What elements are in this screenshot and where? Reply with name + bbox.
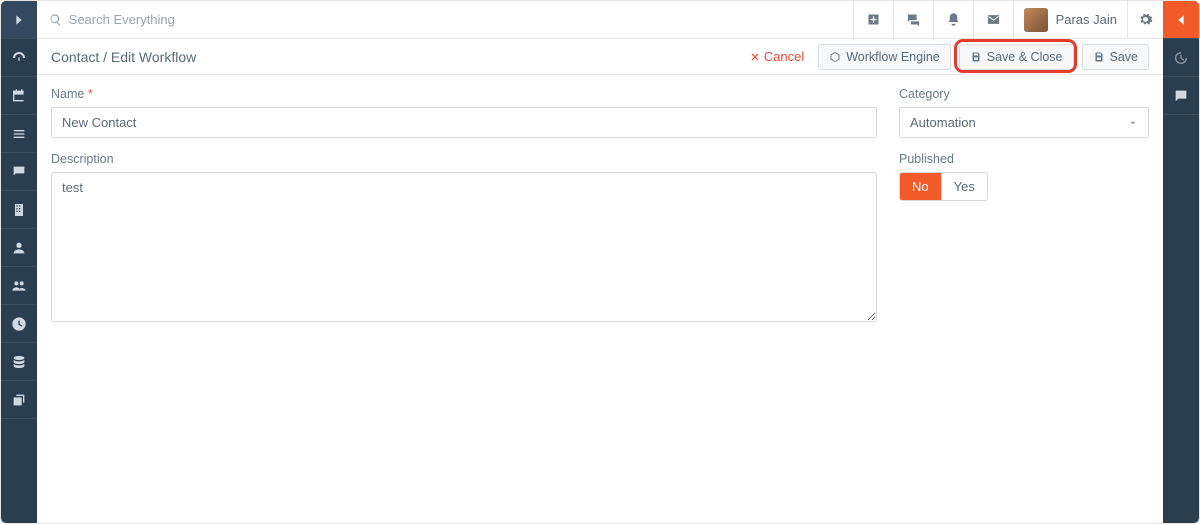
chevron-left-icon [1173, 12, 1189, 28]
name-input[interactable] [51, 107, 877, 138]
form-left: Name * Description test [51, 87, 877, 511]
topbar-messages[interactable] [893, 1, 933, 39]
workflow-engine-label: Workflow Engine [846, 50, 940, 64]
action-bar: Cancel Workflow Engine Save & Close Save [744, 44, 1149, 70]
copy-icon [11, 392, 27, 408]
sidebar-copy[interactable] [1, 381, 37, 419]
save-close-label: Save & Close [987, 50, 1063, 64]
published-no[interactable]: No [900, 173, 941, 200]
field-published: Published No Yes [899, 152, 1149, 201]
topbar-mail[interactable] [973, 1, 1013, 39]
search-input[interactable] [69, 12, 841, 27]
right-sidebar-toggle[interactable] [1163, 1, 1199, 39]
activity-clock-icon [1173, 50, 1189, 66]
cube-icon [829, 51, 841, 63]
description-label: Description [51, 152, 877, 166]
breadcrumb: Contact / Edit Workflow [51, 49, 744, 65]
chat-icon [11, 164, 27, 180]
form-right: Category Automation Published No Yes [899, 87, 1149, 511]
topbar-add[interactable] [853, 1, 893, 39]
chevron-down-icon [1128, 118, 1138, 128]
close-icon [750, 52, 760, 62]
dashboard-icon [11, 50, 27, 66]
sidebar-list[interactable] [1, 115, 37, 153]
avatar [1024, 8, 1048, 32]
category-select[interactable]: Automation [899, 107, 1149, 138]
sidebar-users[interactable] [1, 267, 37, 305]
bell-icon [946, 12, 961, 27]
clock-icon [11, 316, 27, 332]
description-input[interactable]: test [51, 172, 877, 322]
published-label: Published [899, 152, 1149, 166]
search-icon [49, 13, 63, 27]
right-sidebar-activity[interactable] [1163, 39, 1199, 77]
topbar-settings[interactable] [1127, 1, 1163, 39]
chevron-right-icon [11, 12, 27, 28]
topbar-user[interactable]: Paras Jain [1013, 1, 1127, 39]
right-sidebar-comments[interactable] [1163, 77, 1199, 115]
user-name: Paras Jain [1056, 12, 1117, 27]
sidebar-toggle[interactable] [1, 1, 37, 39]
calendar-icon [11, 88, 27, 104]
name-label: Name * [51, 87, 877, 101]
sidebar-dashboard[interactable] [1, 39, 37, 77]
field-name: Name * [51, 87, 877, 138]
search-container [37, 12, 853, 27]
published-yes[interactable]: Yes [941, 173, 987, 200]
database-icon [11, 354, 27, 370]
save-button[interactable]: Save [1082, 44, 1150, 70]
sidebar-left [1, 1, 37, 523]
sidebar-clock-check[interactable] [1, 305, 37, 343]
sidebar-user[interactable] [1, 229, 37, 267]
users-icon [11, 278, 27, 294]
content: Name * Description test Category Automat… [37, 75, 1163, 523]
save-close-button[interactable]: Save & Close [959, 44, 1074, 70]
plus-square-icon [866, 12, 881, 27]
save-label: Save [1110, 50, 1139, 64]
list-icon [11, 126, 27, 142]
comment-icon [1173, 88, 1189, 104]
gear-icon [1138, 12, 1153, 27]
cancel-button[interactable]: Cancel [744, 49, 810, 64]
category-label: Category [899, 87, 1149, 101]
sidebar-calendar[interactable] [1, 77, 37, 115]
cancel-label: Cancel [764, 49, 804, 64]
subheader: Contact / Edit Workflow Cancel Workflow … [37, 39, 1163, 75]
workflow-engine-button[interactable]: Workflow Engine [818, 44, 951, 70]
field-category: Category Automation [899, 87, 1149, 138]
category-value: Automation [910, 115, 976, 130]
save-icon [1093, 51, 1105, 63]
main: Paras Jain Contact / Edit Workflow Cance… [37, 1, 1163, 523]
field-description: Description test [51, 152, 877, 325]
sidebar-database[interactable] [1, 343, 37, 381]
topbar: Paras Jain [37, 1, 1163, 39]
save-icon [970, 51, 982, 63]
user-icon [11, 240, 27, 256]
sidebar-right [1163, 1, 1199, 523]
sidebar-building[interactable] [1, 191, 37, 229]
published-toggle: No Yes [899, 172, 988, 201]
building-icon [11, 202, 27, 218]
topbar-icons: Paras Jain [853, 1, 1163, 39]
sidebar-chat[interactable] [1, 153, 37, 191]
topbar-notifications[interactable] [933, 1, 973, 39]
mail-icon [986, 12, 1001, 27]
messages-icon [906, 12, 921, 27]
